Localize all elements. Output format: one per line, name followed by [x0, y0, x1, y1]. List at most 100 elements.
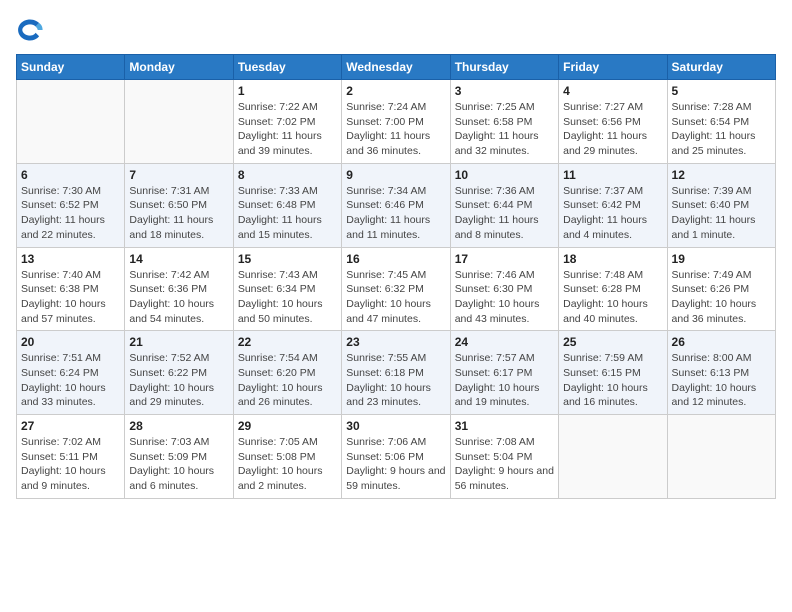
- day-number: 6: [21, 168, 120, 182]
- day-number: 24: [455, 335, 554, 349]
- weekday-header-tuesday: Tuesday: [233, 55, 341, 80]
- calendar-cell: 10 Sunrise: 7:36 AM Sunset: 6:44 PM Dayli…: [450, 163, 558, 247]
- calendar-cell: 8 Sunrise: 7:33 AM Sunset: 6:48 PM Daylig…: [233, 163, 341, 247]
- day-info: Sunrise: 7:45 AM Sunset: 6:32 PM Dayligh…: [346, 268, 445, 327]
- day-info: Sunrise: 7:54 AM Sunset: 6:20 PM Dayligh…: [238, 351, 337, 410]
- day-info: Sunrise: 7:39 AM Sunset: 6:40 PM Dayligh…: [672, 184, 771, 243]
- day-info: Sunrise: 7:22 AM Sunset: 7:02 PM Dayligh…: [238, 100, 337, 159]
- day-number: 20: [21, 335, 120, 349]
- calendar-table: SundayMondayTuesdayWednesdayThursdayFrid…: [16, 54, 776, 499]
- weekday-header-saturday: Saturday: [667, 55, 775, 80]
- calendar-cell: 3Sunrise: 7:25 AM Sunset: 6:58 PM Daylig…: [450, 80, 558, 164]
- day-info: Sunrise: 7:31 AM Sunset: 6:50 PM Dayligh…: [129, 184, 228, 243]
- day-number: 29: [238, 419, 337, 433]
- calendar-week-row: 6 Sunrise: 7:30 AM Sunset: 6:52 PM Daylig…: [17, 163, 776, 247]
- calendar-cell: 4 Sunrise: 7:27 AM Sunset: 6:56 PM Daylig…: [559, 80, 667, 164]
- day-number: 16: [346, 252, 445, 266]
- weekday-header-row: SundayMondayTuesdayWednesdayThursdayFrid…: [17, 55, 776, 80]
- logo: [16, 16, 48, 44]
- day-info: Sunrise: 7:49 AM Sunset: 6:26 PM Dayligh…: [672, 268, 771, 327]
- day-info: Sunrise: 7:43 AM Sunset: 6:34 PM Dayligh…: [238, 268, 337, 327]
- calendar-cell: 5 Sunrise: 7:28 AM Sunset: 6:54 PM Daylig…: [667, 80, 775, 164]
- day-number: 15: [238, 252, 337, 266]
- calendar-week-row: 27 Sunrise: 7:02 AM Sunset: 5:11 PM Dayli…: [17, 415, 776, 499]
- day-info: Sunrise: 7:59 AM Sunset: 6:15 PM Dayligh…: [563, 351, 662, 410]
- calendar-cell: 6 Sunrise: 7:30 AM Sunset: 6:52 PM Daylig…: [17, 163, 125, 247]
- day-number: 23: [346, 335, 445, 349]
- day-number: 11: [563, 168, 662, 182]
- day-number: 5: [672, 84, 771, 98]
- logo-icon: [16, 16, 44, 44]
- day-number: 14: [129, 252, 228, 266]
- calendar-cell: 17 Sunrise: 7:46 AM Sunset: 6:30 PM Dayli…: [450, 247, 558, 331]
- day-info: Sunrise: 7:28 AM Sunset: 6:54 PM Dayligh…: [672, 100, 771, 159]
- day-number: 30: [346, 419, 445, 433]
- day-info: Sunrise: 7:52 AM Sunset: 6:22 PM Dayligh…: [129, 351, 228, 410]
- calendar-cell: 13 Sunrise: 7:40 AM Sunset: 6:38 PM Dayli…: [17, 247, 125, 331]
- calendar-cell: [125, 80, 233, 164]
- calendar-cell: 15 Sunrise: 7:43 AM Sunset: 6:34 PM Dayli…: [233, 247, 341, 331]
- day-number: 12: [672, 168, 771, 182]
- day-info: Sunrise: 7:33 AM Sunset: 6:48 PM Dayligh…: [238, 184, 337, 243]
- day-number: 31: [455, 419, 554, 433]
- weekday-header-thursday: Thursday: [450, 55, 558, 80]
- calendar-cell: 31 Sunrise: 7:08 AM Sunset: 5:04 PM Dayli…: [450, 415, 558, 499]
- weekday-header-friday: Friday: [559, 55, 667, 80]
- day-info: Sunrise: 7:05 AM Sunset: 5:08 PM Dayligh…: [238, 435, 337, 494]
- calendar-week-row: 13 Sunrise: 7:40 AM Sunset: 6:38 PM Dayli…: [17, 247, 776, 331]
- calendar-cell: 20 Sunrise: 7:51 AM Sunset: 6:24 PM Dayli…: [17, 331, 125, 415]
- day-info: Sunrise: 7:48 AM Sunset: 6:28 PM Dayligh…: [563, 268, 662, 327]
- day-number: 4: [563, 84, 662, 98]
- day-number: 1: [238, 84, 337, 98]
- day-info: Sunrise: 7:51 AM Sunset: 6:24 PM Dayligh…: [21, 351, 120, 410]
- day-info: Sunrise: 7:08 AM Sunset: 5:04 PM Dayligh…: [455, 435, 554, 494]
- day-number: 17: [455, 252, 554, 266]
- calendar-week-row: 20 Sunrise: 7:51 AM Sunset: 6:24 PM Dayli…: [17, 331, 776, 415]
- day-info: Sunrise: 7:36 AM Sunset: 6:44 PM Dayligh…: [455, 184, 554, 243]
- day-info: Sunrise: 7:55 AM Sunset: 6:18 PM Dayligh…: [346, 351, 445, 410]
- day-info: Sunrise: 7:03 AM Sunset: 5:09 PM Dayligh…: [129, 435, 228, 494]
- day-number: 13: [21, 252, 120, 266]
- day-info: Sunrise: 7:02 AM Sunset: 5:11 PM Dayligh…: [21, 435, 120, 494]
- calendar-cell: 24Sunrise: 7:57 AM Sunset: 6:17 PM Dayli…: [450, 331, 558, 415]
- day-info: Sunrise: 7:25 AM Sunset: 6:58 PM Dayligh…: [455, 100, 554, 159]
- calendar-cell: 25 Sunrise: 7:59 AM Sunset: 6:15 PM Dayli…: [559, 331, 667, 415]
- calendar-cell: 2Sunrise: 7:24 AM Sunset: 7:00 PM Daylig…: [342, 80, 450, 164]
- calendar-cell: 19 Sunrise: 7:49 AM Sunset: 6:26 PM Dayli…: [667, 247, 775, 331]
- day-info: Sunrise: 8:00 AM Sunset: 6:13 PM Dayligh…: [672, 351, 771, 410]
- day-info: Sunrise: 7:37 AM Sunset: 6:42 PM Dayligh…: [563, 184, 662, 243]
- day-number: 9: [346, 168, 445, 182]
- calendar-cell: 9 Sunrise: 7:34 AM Sunset: 6:46 PM Daylig…: [342, 163, 450, 247]
- day-number: 18: [563, 252, 662, 266]
- calendar-cell: 14 Sunrise: 7:42 AM Sunset: 6:36 PM Dayli…: [125, 247, 233, 331]
- day-number: 7: [129, 168, 228, 182]
- calendar-cell: 1 Sunrise: 7:22 AM Sunset: 7:02 PM Daylig…: [233, 80, 341, 164]
- calendar-cell: 16 Sunrise: 7:45 AM Sunset: 6:32 PM Dayli…: [342, 247, 450, 331]
- day-info: Sunrise: 7:46 AM Sunset: 6:30 PM Dayligh…: [455, 268, 554, 327]
- calendar-cell: 18 Sunrise: 7:48 AM Sunset: 6:28 PM Dayli…: [559, 247, 667, 331]
- day-info: Sunrise: 7:34 AM Sunset: 6:46 PM Dayligh…: [346, 184, 445, 243]
- day-info: Sunrise: 7:42 AM Sunset: 6:36 PM Dayligh…: [129, 268, 228, 327]
- calendar-cell: 27 Sunrise: 7:02 AM Sunset: 5:11 PM Dayli…: [17, 415, 125, 499]
- day-info: Sunrise: 7:30 AM Sunset: 6:52 PM Dayligh…: [21, 184, 120, 243]
- weekday-header-wednesday: Wednesday: [342, 55, 450, 80]
- day-number: 25: [563, 335, 662, 349]
- page-header: [16, 16, 776, 44]
- calendar-cell: 28 Sunrise: 7:03 AM Sunset: 5:09 PM Dayli…: [125, 415, 233, 499]
- calendar-cell: 7 Sunrise: 7:31 AM Sunset: 6:50 PM Daylig…: [125, 163, 233, 247]
- day-number: 8: [238, 168, 337, 182]
- day-number: 10: [455, 168, 554, 182]
- day-info: Sunrise: 7:27 AM Sunset: 6:56 PM Dayligh…: [563, 100, 662, 159]
- day-info: Sunrise: 7:40 AM Sunset: 6:38 PM Dayligh…: [21, 268, 120, 327]
- calendar-cell: 23 Sunrise: 7:55 AM Sunset: 6:18 PM Dayli…: [342, 331, 450, 415]
- calendar-cell: 29 Sunrise: 7:05 AM Sunset: 5:08 PM Dayli…: [233, 415, 341, 499]
- day-number: 22: [238, 335, 337, 349]
- day-info: Sunrise: 7:24 AM Sunset: 7:00 PM Dayligh…: [346, 100, 445, 159]
- day-number: 27: [21, 419, 120, 433]
- day-info: Sunrise: 7:06 AM Sunset: 5:06 PM Dayligh…: [346, 435, 445, 494]
- day-number: 19: [672, 252, 771, 266]
- day-number: 28: [129, 419, 228, 433]
- calendar-cell: 26Sunrise: 8:00 AM Sunset: 6:13 PM Dayli…: [667, 331, 775, 415]
- calendar-cell: 11 Sunrise: 7:37 AM Sunset: 6:42 PM Dayli…: [559, 163, 667, 247]
- weekday-header-sunday: Sunday: [17, 55, 125, 80]
